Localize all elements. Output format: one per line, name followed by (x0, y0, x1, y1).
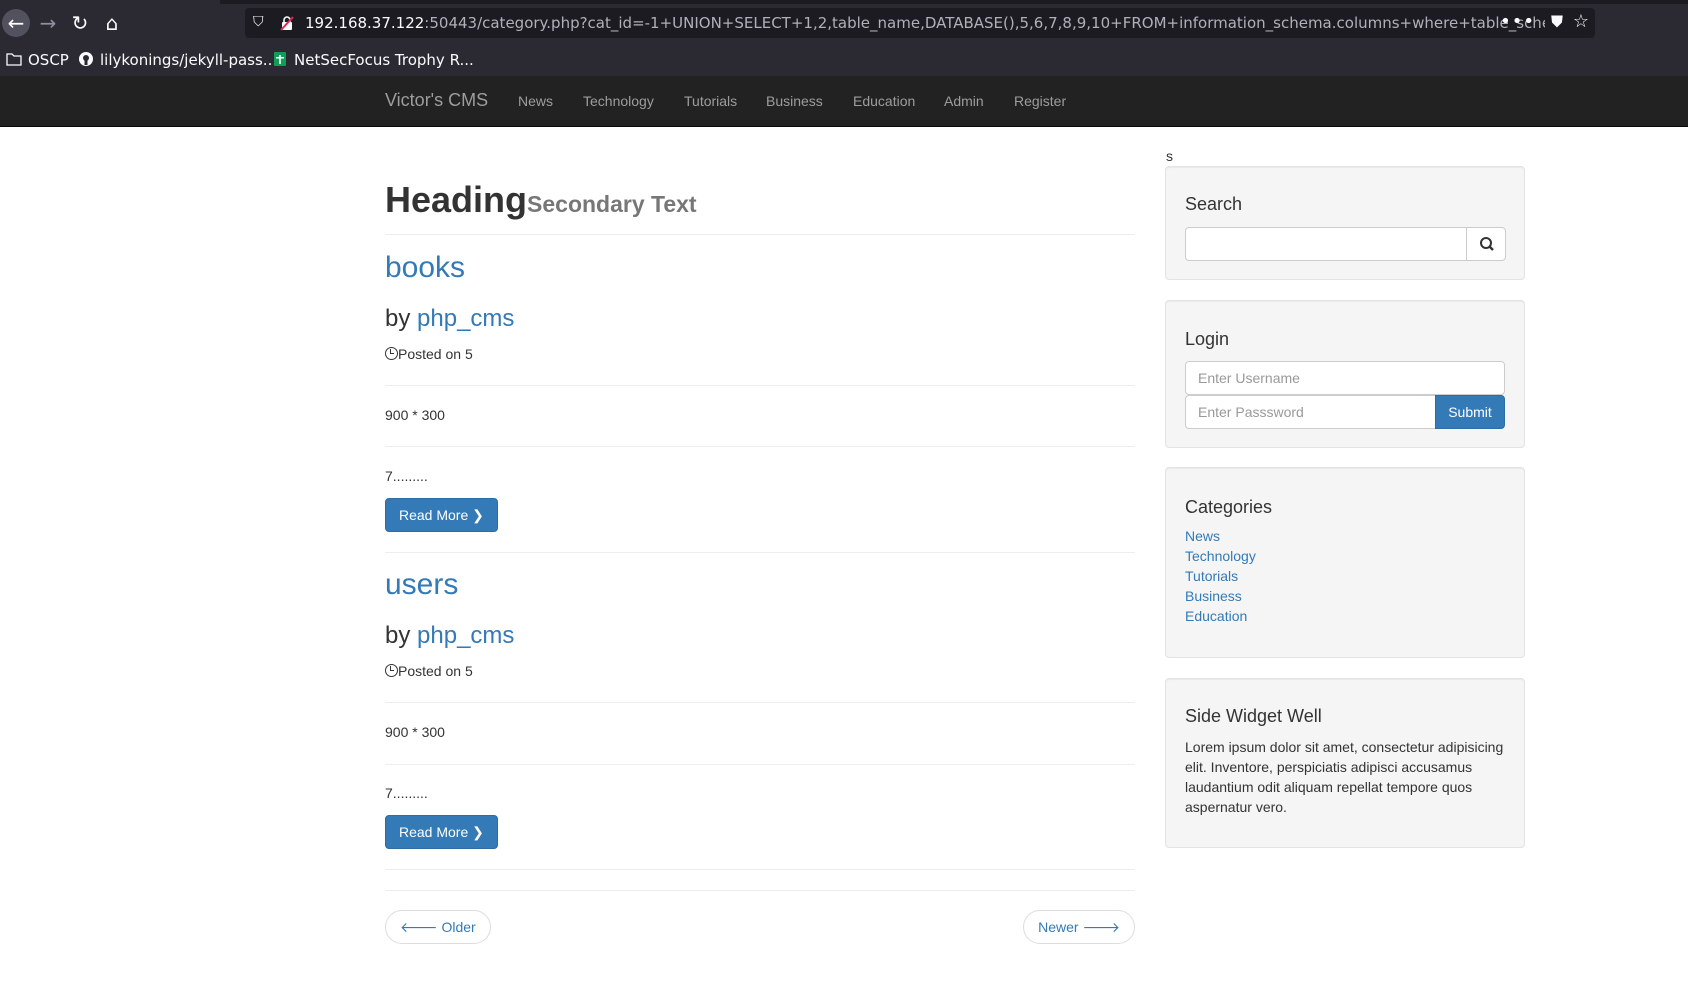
search-icon (1480, 237, 1494, 251)
url-host: 192.168.37.122 (305, 14, 425, 32)
chevron-right-icon: ❯ (472, 824, 484, 840)
post-excerpt: 7......... (385, 468, 428, 484)
category-link-technology[interactable]: Technology (1185, 548, 1256, 564)
bookmark-label: NetSecFocus Trophy R... (294, 51, 474, 69)
divider (385, 385, 1135, 386)
post-excerpt: 7......... (385, 785, 428, 801)
category-link-business[interactable]: Business (1185, 588, 1242, 604)
nav-link-news[interactable]: News (518, 93, 553, 109)
post-date-text: Posted on 5 (398, 346, 473, 362)
tab-strip (220, 0, 1688, 4)
older-label: Older (441, 919, 476, 935)
bookmark-github[interactable]: lilykonings/jekyll-pass... (78, 50, 277, 70)
category-link-tutorials[interactable]: Tutorials (1185, 568, 1238, 584)
categories-well: Categories News Technology Tutorials Bus… (1165, 467, 1525, 658)
post-author: by php_cms (385, 305, 514, 333)
shield-icon[interactable]: ⛉ (253, 14, 264, 30)
category-link-news[interactable]: News (1185, 528, 1220, 544)
nav-link-education[interactable]: Education (853, 93, 915, 109)
nav-link-business[interactable]: Business (766, 93, 823, 109)
address-bar[interactable]: ⛉ 192.168.37.122:50443/category.php?cat_… (245, 8, 1595, 38)
post-title-link[interactable]: books (385, 251, 465, 285)
divider (385, 890, 1135, 891)
post-date-text: Posted on 5 (398, 663, 473, 679)
bookmark-star-icon[interactable]: ☆ (1573, 11, 1589, 32)
divider (385, 552, 1135, 553)
divider (385, 234, 1135, 235)
bookmark-label: OSCP (28, 51, 69, 69)
categories-title: Categories (1185, 497, 1273, 517)
search-well: Search (1165, 166, 1525, 280)
page-heading-secondary: Secondary Text (527, 191, 697, 217)
submit-button[interactable]: Submit (1435, 395, 1505, 429)
page-heading: HeadingSecondary Text (385, 179, 697, 221)
post-image-placeholder: 900 * 300 (385, 724, 445, 740)
login-well: Login Enter Username Enter Passsword Sub… (1165, 300, 1525, 448)
pocket-icon[interactable]: ⛊ (1551, 12, 1563, 32)
side-widget-text: Lorem ipsum dolor sit amet, consectetur … (1185, 739, 1504, 815)
side-widget-well: Side Widget Well Lorem ipsum dolor sit a… (1165, 678, 1525, 848)
post-date: Posted on 5 (385, 663, 473, 679)
divider (385, 764, 1135, 765)
search-title: Search (1185, 194, 1243, 214)
read-more-label: Read More (399, 507, 469, 523)
browser-toolbar: ← → ↻ ⌂ ⛉ 192.168.37.122:50443/category.… (0, 0, 1688, 44)
nav-link-tutorials[interactable]: Tutorials (684, 93, 737, 109)
category-link-education[interactable]: Education (1185, 608, 1247, 624)
bookmark-label: lilykonings/jekyll-pass... (100, 51, 278, 69)
side-widget-title: Side Widget Well (1185, 706, 1322, 726)
home-icon[interactable]: ⌂ (98, 9, 126, 37)
site-navbar: Victor's CMS News Technology Tutorials B… (0, 76, 1688, 127)
post-author: by php_cms (385, 622, 514, 650)
sheets-icon (274, 52, 286, 66)
post-author-link[interactable]: php_cms (417, 622, 514, 649)
github-icon (79, 52, 93, 66)
nav-link-technology[interactable]: Technology (583, 93, 654, 109)
stray-text: s (1166, 148, 1173, 164)
username-field[interactable]: Enter Username (1185, 361, 1505, 395)
divider (385, 446, 1135, 447)
clock-icon (385, 664, 398, 677)
url-path: :50443/category.php?cat_id=-1+UNION+SELE… (424, 14, 1545, 32)
bookmark-netsecfocus[interactable]: NetSecFocus Trophy R... (272, 50, 474, 70)
nav-link-register[interactable]: Register (1014, 93, 1066, 109)
post-author-link[interactable]: php_cms (417, 305, 514, 332)
post-author-prefix: by (385, 305, 411, 332)
url-text[interactable]: 192.168.37.122:50443/category.php?cat_id… (305, 14, 1545, 32)
arrow-left-icon: 🡐 (400, 919, 438, 935)
divider (385, 869, 1135, 870)
post-date: Posted on 5 (385, 346, 473, 362)
bookmarks-bar: OSCP lilykonings/jekyll-pass... NetSecFo… (0, 44, 1688, 76)
read-more-button[interactable]: Read More ❯ (385, 498, 498, 532)
search-input[interactable] (1185, 227, 1467, 261)
insecure-lock-icon[interactable] (279, 15, 295, 31)
search-button[interactable] (1466, 227, 1506, 261)
site-brand[interactable]: Victor's CMS (385, 90, 488, 111)
post-title-link[interactable]: users (385, 568, 458, 602)
arrow-right-icon: 🡒 (1082, 919, 1120, 935)
login-title: Login (1185, 329, 1230, 349)
nav-link-admin[interactable]: Admin (944, 93, 984, 109)
read-more-label: Read More (399, 824, 469, 840)
page-heading-text: Heading (385, 179, 528, 220)
post-image-placeholder: 900 * 300 (385, 407, 445, 423)
read-more-button[interactable]: Read More ❯ (385, 815, 498, 849)
newer-button[interactable]: Newer 🡒 (1023, 910, 1135, 944)
older-button[interactable]: 🡐 Older (385, 910, 491, 944)
back-arrow-icon[interactable]: ← (2, 9, 30, 37)
more-icon[interactable]: ••• (1500, 11, 1535, 32)
forward-arrow-icon[interactable]: → (34, 9, 62, 37)
newer-label: Newer (1038, 919, 1079, 935)
password-field[interactable]: Enter Passsword (1185, 395, 1437, 429)
divider (385, 702, 1135, 703)
folder-icon (6, 53, 22, 66)
chevron-right-icon: ❯ (472, 507, 484, 523)
bookmark-oscp[interactable]: OSCP (6, 50, 69, 70)
post-author-prefix: by (385, 622, 411, 649)
clock-icon (385, 347, 398, 360)
reload-icon[interactable]: ↻ (66, 9, 94, 37)
